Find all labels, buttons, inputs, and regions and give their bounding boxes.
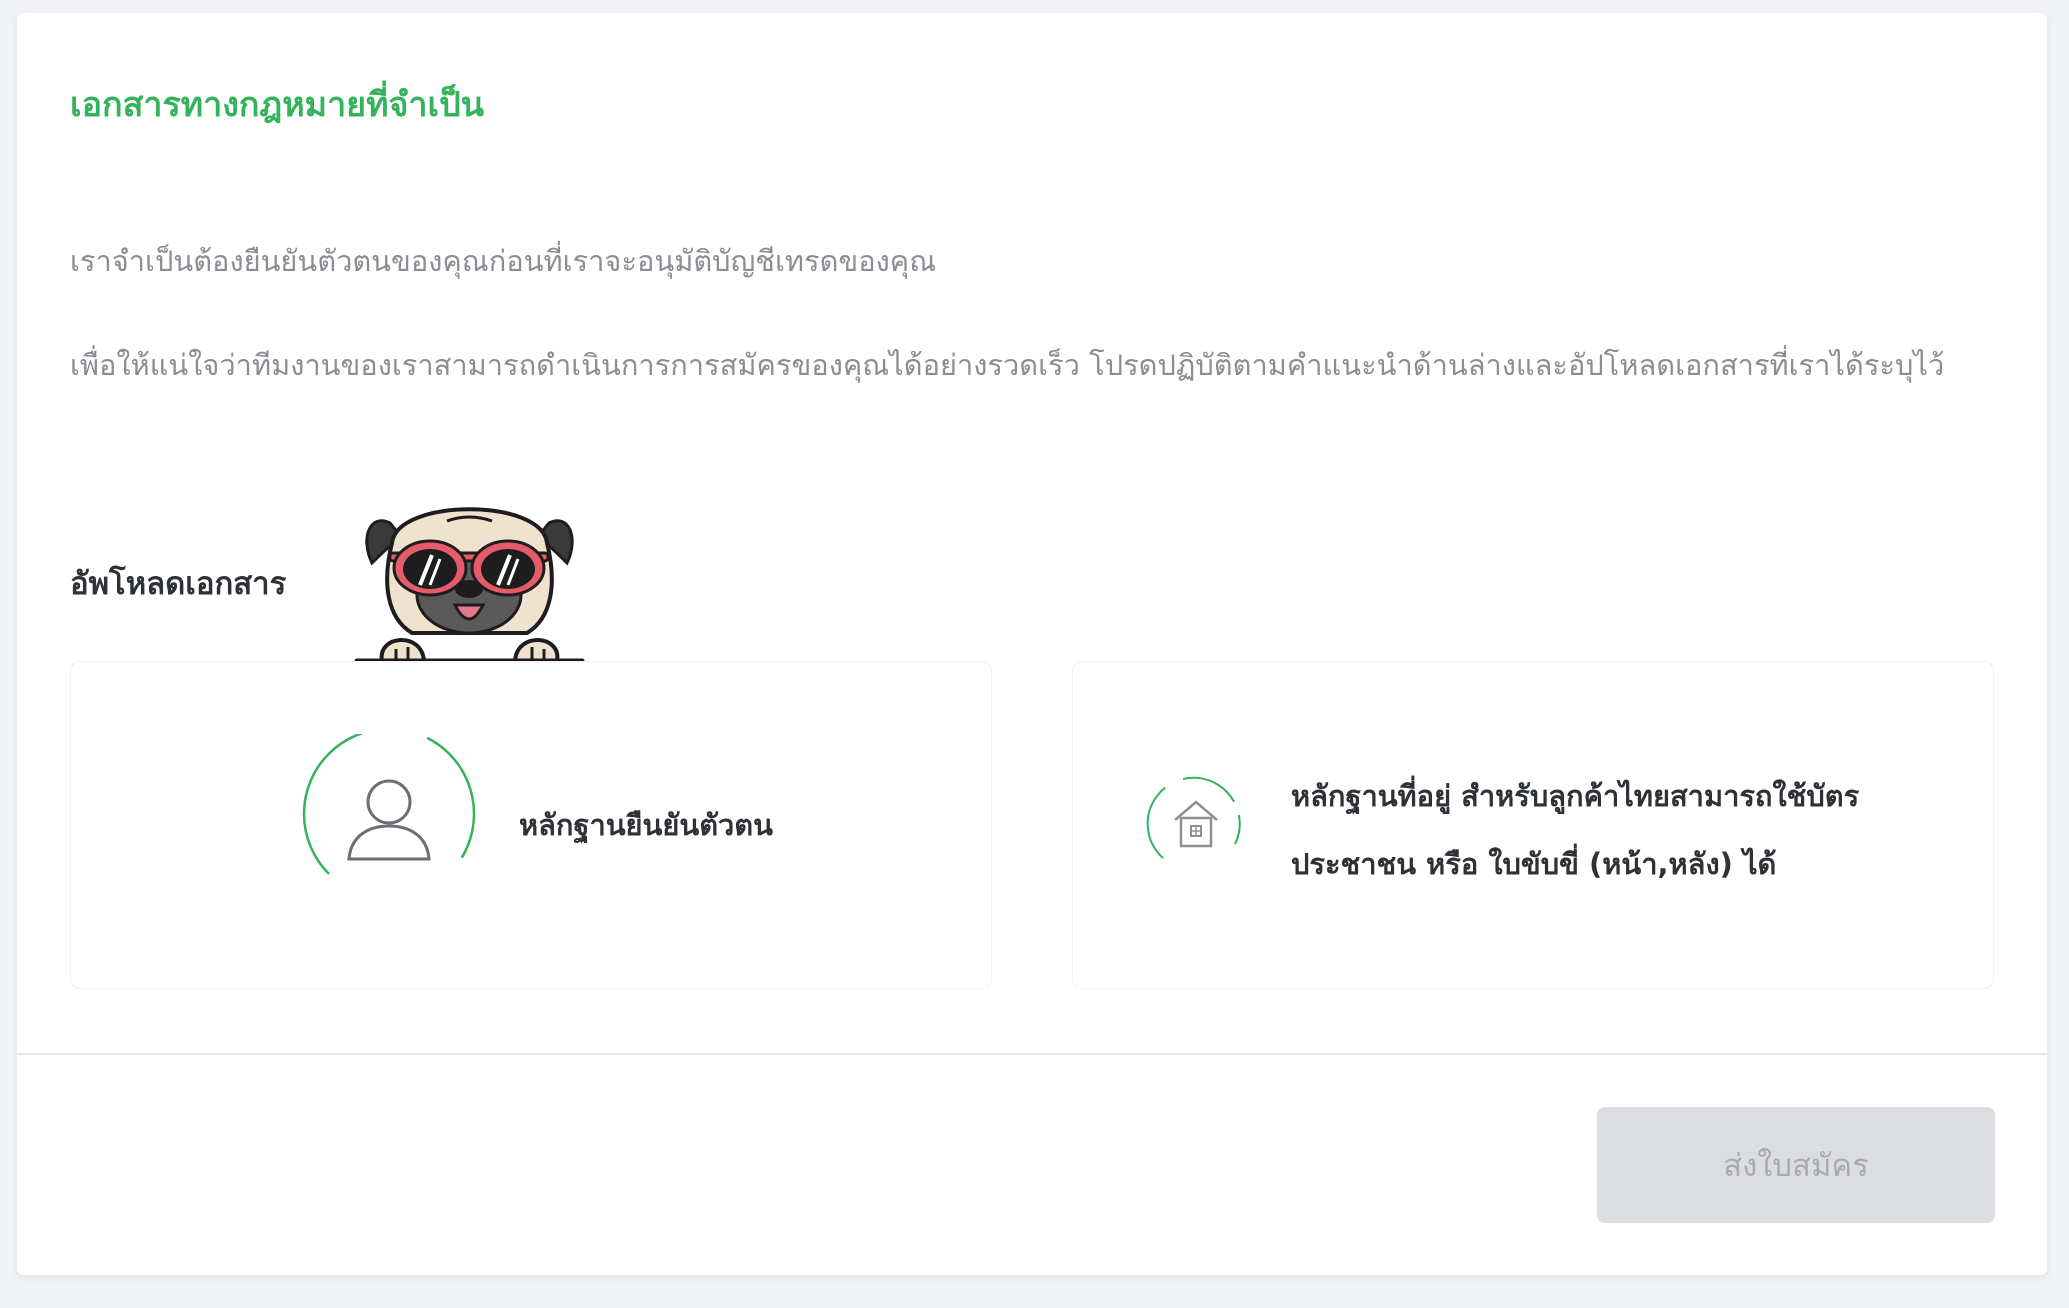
- identity-proof-label: หลักฐานยืนยันตัวตน: [519, 808, 773, 842]
- intro-text-2: เพื่อให้แน่ใจว่าทีมงานของเราสามารถดำเนิน…: [70, 348, 1945, 382]
- submit-application-button[interactable]: ส่งใบสมัคร: [1597, 1107, 1995, 1223]
- house-icon: [1146, 776, 1241, 859]
- page-title: เอกสารทางกฎหมายที่จำเป็น: [70, 85, 484, 125]
- identity-proof-upload[interactable]: หลักฐานยืนยันตัวตน: [70, 661, 992, 989]
- pug-mascot-icon: [354, 507, 585, 663]
- address-proof-label: หลักฐานที่อยู่ สำหรับลูกค้าไทยสามารถใช้บ…: [1291, 779, 1860, 881]
- legal-documents-card: เอกสารทางกฎหมายที่จำเป็น เราจำเป็นต้องยื…: [17, 13, 2047, 1275]
- footer-divider: [17, 1053, 2047, 1055]
- address-proof-upload[interactable]: หลักฐานที่อยู่ สำหรับลูกค้าไทยสามารถใช้บ…: [1072, 661, 1994, 989]
- upload-section-title: อัพโหลดเอกสาร: [70, 566, 287, 602]
- user-icon: [302, 734, 476, 875]
- intro-text-1: เราจำเป็นต้องยืนยันตัวตนของคุณก่อนที่เรา…: [70, 244, 937, 278]
